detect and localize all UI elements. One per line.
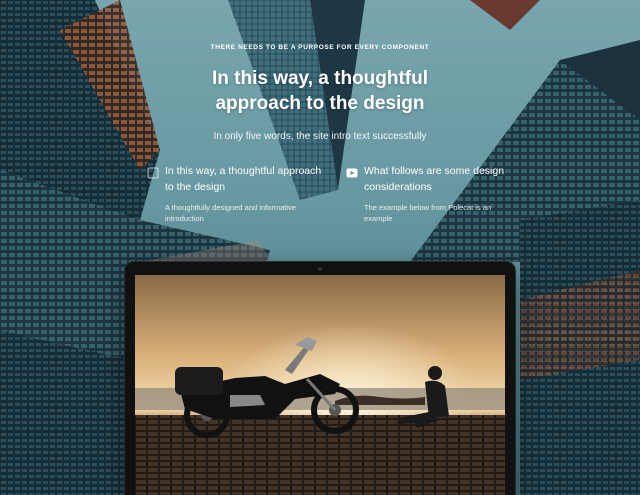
feature-text: The example below from Polecat is an exa…: [364, 203, 492, 223]
feature-title: What follows are some design considerati…: [364, 165, 505, 193]
play-icon: [346, 166, 358, 178]
laptop-screen: [135, 275, 505, 495]
hero-intro-text: In only five words, the site intro text …: [213, 131, 427, 142]
feature-item: In this way, a thoughtful approach to th…: [147, 163, 322, 224]
feature-item: What follows are some design considerati…: [346, 163, 521, 224]
square-outline-icon: [147, 166, 159, 179]
laptop-mockup: [125, 262, 515, 495]
feature-text: A thoughtfully designed and informative …: [165, 203, 296, 223]
hero-eyebrow: THERE NEEDS TO BE A PURPOSE FOR EVERY CO…: [210, 44, 430, 51]
motorcycle-photo: [135, 275, 505, 495]
hero-headline: In this way, a thoughtful approach to th…: [211, 68, 429, 114]
feature-title: In this way, a thoughtful approach to th…: [165, 165, 322, 193]
camera-dot: [318, 267, 322, 271]
